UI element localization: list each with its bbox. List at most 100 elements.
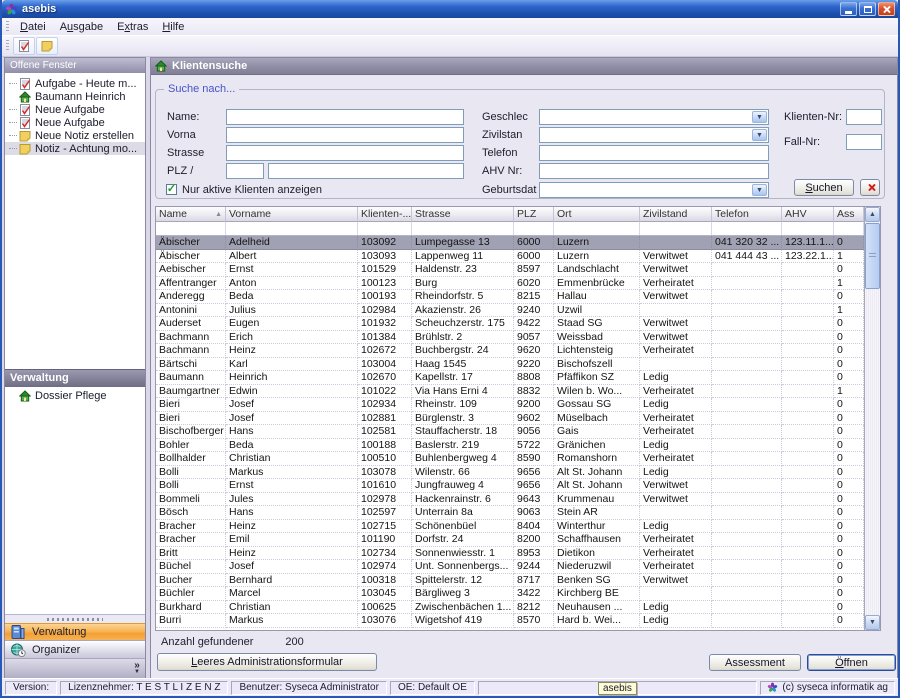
vorname-input[interactable] — [226, 127, 464, 143]
sidebar-item[interactable]: Notiz - Achtung mo... — [5, 142, 145, 155]
column-header-vorname[interactable]: Vorname — [226, 207, 358, 222]
column-header-name[interactable]: Name▲ — [156, 207, 226, 222]
menu-item-extras[interactable]: Extras — [110, 19, 155, 35]
table-row[interactable]: BaumannHeinrich102670Kapellstr. 178808Pf… — [156, 371, 864, 385]
empty-admin-form-button[interactable]: Leeres Administrationsformular — [157, 653, 377, 671]
table-row[interactable]: BurkhardChristian100625Zwischenbächen 1.… — [156, 601, 864, 615]
clear-search-button[interactable] — [860, 179, 880, 196]
sidebar-item[interactable]: Aufgabe - Heute m... — [5, 77, 145, 90]
sidebar-item[interactable]: Neue Aufgabe — [5, 116, 145, 129]
column-header-plz[interactable]: PLZ — [514, 207, 554, 222]
klienten-nr-input[interactable] — [846, 109, 882, 125]
column-header-zivilstand[interactable]: Zivilstand — [640, 207, 712, 222]
assessment-button[interactable]: Assessment — [709, 654, 801, 671]
table-row[interactable]: BracherEmil101190Dorfstr. 248200Schaffha… — [156, 533, 864, 547]
column-header-ort[interactable]: Ort — [554, 207, 640, 222]
table-row[interactable]: BolliErnst101610Jungfrauweg 49656Alt St.… — [156, 479, 864, 493]
sidebar-item[interactable]: Baumann Heinrich — [5, 90, 145, 103]
ahv-input[interactable] — [539, 163, 769, 179]
filter-cell[interactable] — [640, 222, 712, 235]
plz-input[interactable] — [226, 163, 264, 179]
sidebar-item[interactable]: Dossier Pflege — [5, 389, 145, 402]
filter-cell[interactable] — [226, 222, 358, 235]
column-header-klienten[interactable]: Klienten-... — [358, 207, 412, 222]
fall-nr-input[interactable] — [846, 134, 882, 150]
restore-button[interactable] — [859, 2, 876, 16]
filter-cell[interactable] — [358, 222, 412, 235]
minimize-button[interactable] — [840, 2, 857, 16]
table-row[interactable]: AebischerErnst101529Haldenstr. 238597Lan… — [156, 263, 864, 277]
geschlecht-combo[interactable]: ▼ — [539, 109, 769, 125]
configure-buttons-icon[interactable]: »▼ — [134, 662, 140, 676]
table-row[interactable]: AndereggBeda100193Rheindorfstr. 58215Hal… — [156, 290, 864, 304]
sidebar-item[interactable]: Neue Notiz erstellen — [5, 129, 145, 142]
scrollbar-thumb[interactable] — [865, 223, 880, 289]
table-row[interactable]: BommeliJules102978Hackenrainstr. 69643Kr… — [156, 493, 864, 507]
scroll-up-icon[interactable]: ▲ — [865, 207, 880, 222]
vorname-label: Vorna — [167, 129, 196, 141]
table-row[interactable]: AntoniniJulius102984Akazienstr. 269240Uz… — [156, 304, 864, 318]
filter-cell[interactable] — [834, 222, 864, 235]
table-row[interactable]: BollhalderChristian100510Buhlenbergweg 4… — [156, 452, 864, 466]
ort-input[interactable] — [268, 163, 464, 179]
zivilstand-combo[interactable]: ▼ — [539, 127, 769, 143]
toolbar-note-button[interactable] — [36, 37, 58, 55]
close-button[interactable] — [878, 2, 895, 16]
table-row[interactable]: BaumgartnerEdwin101022Via Hans Erni 4883… — [156, 385, 864, 399]
chevron-down-icon[interactable]: ▼ — [752, 111, 767, 123]
table-row[interactable]: AffentrangerAnton100123Burg6020Emmenbrüc… — [156, 277, 864, 291]
column-header-telefon[interactable]: Telefon — [712, 207, 782, 222]
table-row[interactable]: BucherBernhard100318Spittelerstr. 128717… — [156, 574, 864, 588]
active-only-checkbox[interactable] — [166, 184, 177, 195]
open-button[interactable]: Öffnen — [807, 654, 896, 671]
sidebar-item[interactable]: Neue Aufgabe — [5, 103, 145, 116]
geburtsdatum-combo[interactable]: ▼ — [539, 182, 769, 198]
column-header-ahv[interactable]: AHV — [782, 207, 834, 222]
filter-cell[interactable] — [782, 222, 834, 235]
sidebar-splitter[interactable] — [5, 614, 145, 623]
menu-item-hilfe[interactable]: Hilfe — [155, 19, 191, 35]
filter-cell[interactable] — [156, 222, 226, 235]
table-row[interactable]: BolliMarkus103078Wilenstr. 669656Alt St.… — [156, 466, 864, 480]
nav-button-organizer[interactable]: Organizer — [5, 641, 145, 659]
telefon-input[interactable] — [539, 145, 769, 161]
table-row[interactable]: BöschHans102597Unterrain 8a9063Stein AR0 — [156, 506, 864, 520]
suchen-button[interactable]: Suchen — [794, 179, 854, 196]
titlebar[interactable]: asebis — [2, 0, 898, 18]
taskbar-item[interactable]: asebis — [598, 682, 637, 695]
table-row[interactable]: ÄbischerAlbert103093Lappenweg 116000Luze… — [156, 250, 864, 264]
column-header-strasse[interactable]: Strasse — [412, 207, 514, 222]
toolbar-task-button[interactable] — [13, 37, 35, 55]
table-row[interactable]: AudersetEugen101932Scheuchzerstr. 175942… — [156, 317, 864, 331]
filter-cell[interactable] — [412, 222, 514, 235]
chevron-down-icon[interactable]: ▼ — [752, 184, 767, 196]
table-row[interactable]: BracherHeinz102715Schönenbüel8404Wintert… — [156, 520, 864, 534]
filter-cell[interactable] — [712, 222, 782, 235]
table-row[interactable]: BachmannHeinz102672Buchbergstr. 249620Li… — [156, 344, 864, 358]
filter-cell[interactable] — [514, 222, 554, 235]
table-row[interactable]: BohlerBeda100188Baslerstr. 2195722Gränic… — [156, 439, 864, 453]
table-row[interactable]: BachmannErich101384Brühlstr. 29057Weissb… — [156, 331, 864, 345]
column-header-ass[interactable]: Ass — [834, 207, 864, 222]
table-row[interactable]: BärtschiKarl103004Haag 15459220Bischofsz… — [156, 358, 864, 372]
table-row[interactable]: BrittHeinz102734Sonnenwiesstr. 18953Diet… — [156, 547, 864, 561]
table-row[interactable]: BischofbergerHans102581Stauffacherstr. 1… — [156, 425, 864, 439]
menubar-grip[interactable] — [6, 21, 9, 33]
table-row[interactable]: BüchelJosef102974Unt. Sonnenbergs...9244… — [156, 560, 864, 574]
table-cell: 0 — [834, 452, 864, 466]
filter-cell[interactable] — [554, 222, 640, 235]
menu-item-datei[interactable]: Datei — [13, 19, 53, 35]
nav-button-verwaltung[interactable]: Verwaltung — [5, 623, 145, 641]
chevron-down-icon[interactable]: ▼ — [752, 129, 767, 141]
table-row[interactable]: BüchlerMarcel103045Bärgliweg 33422Kirchb… — [156, 587, 864, 601]
name-input[interactable] — [226, 109, 464, 125]
toolbar-grip[interactable] — [6, 40, 9, 52]
table-row[interactable]: BieriJosef102934Rheinstr. 1099200Gossau … — [156, 398, 864, 412]
scroll-down-icon[interactable]: ▼ — [865, 615, 880, 630]
table-row[interactable]: ÄbischerAdelheid103092Lumpegasse 136000L… — [156, 236, 864, 250]
table-row[interactable]: BieriJosef102881Bürglenstr. 39602Müselba… — [156, 412, 864, 426]
table-row[interactable]: BurriMarkus103076Wigetshof 4198570Hard b… — [156, 614, 864, 628]
menu-item-ausgabe[interactable]: Ausgabe — [53, 19, 110, 35]
strasse-input[interactable] — [226, 145, 464, 161]
table-scrollbar[interactable]: ▲ ▼ — [864, 207, 880, 630]
